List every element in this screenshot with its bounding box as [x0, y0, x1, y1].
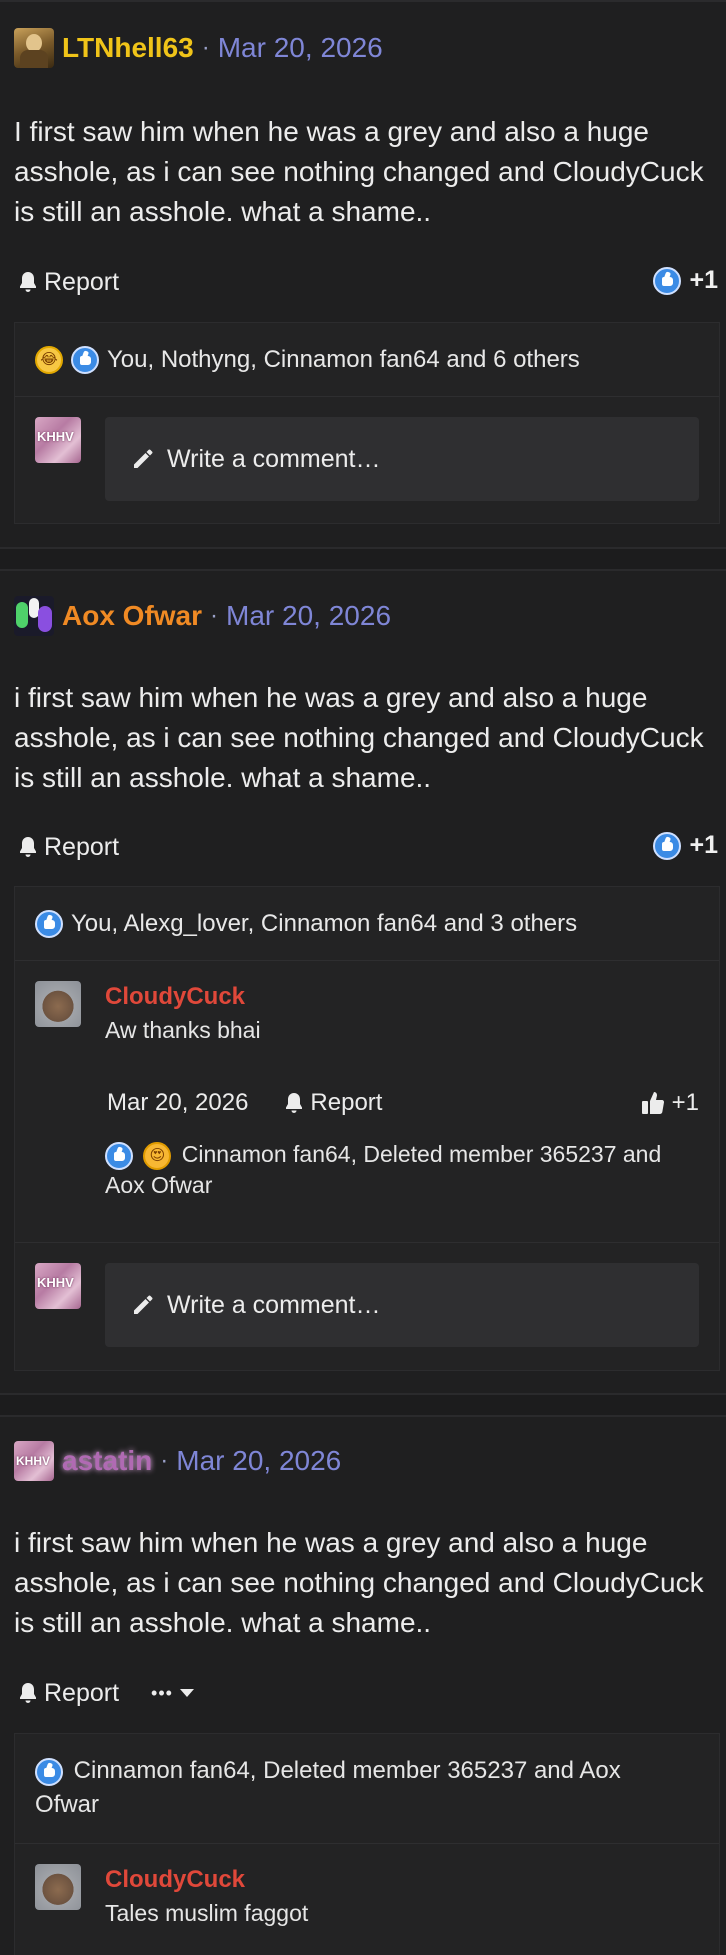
bell-icon	[20, 1683, 36, 1703]
comment-text: Aw thanks bhai	[105, 1017, 261, 1043]
thumbs-up-icon	[641, 1092, 664, 1114]
comments-box: You, Alexg_lover, Cinnamon fan64 and 3 o…	[14, 886, 720, 1371]
report-label: Report	[44, 267, 120, 296]
reactions-bar[interactable]: 😂 You, Nothyng, Cinnamon fan64 and 6 oth…	[15, 323, 719, 397]
like-summary[interactable]: +1	[653, 266, 718, 295]
post-date[interactable]: Mar 20, 2026	[226, 600, 391, 632]
comment-like-count: +1	[671, 1089, 699, 1116]
comment-like-button[interactable]: +1	[640, 1089, 699, 1117]
bell-icon	[20, 837, 36, 857]
write-comment-placeholder: Write a comment…	[167, 1290, 381, 1319]
write-comment-input[interactable]: Write a comment…	[105, 1263, 699, 1347]
separator-dot: ·	[160, 1447, 169, 1474]
username[interactable]: astatin	[62, 1445, 152, 1477]
commenter-avatar[interactable]	[35, 981, 81, 1027]
post-actions: Report +1	[18, 262, 718, 302]
post-divider	[0, 1393, 726, 1417]
comment-author[interactable]: CloudyCuck	[105, 1866, 245, 1894]
pencil-icon	[134, 449, 153, 468]
heart-eyes-reaction-icon: 😍	[143, 1141, 172, 1170]
reactions-bar[interactable]: You, Alexg_lover, Cinnamon fan64 and 3 o…	[15, 887, 719, 961]
post-divider	[0, 547, 726, 571]
commenter-avatar[interactable]	[35, 1864, 81, 1910]
current-user-avatar: KHHV	[35, 1263, 81, 1309]
comment-author[interactable]: CloudyCuck	[105, 983, 245, 1011]
laugh-reaction-icon: 😂	[35, 345, 63, 374]
separator-dot: ·	[210, 602, 219, 629]
comment-meta: Mar 20, 2026 Report +1	[107, 1083, 699, 1123]
username[interactable]: LTNhell63	[62, 32, 194, 64]
reactions-summary: Cinnamon fan64, Deleted member 365237 an…	[35, 1757, 621, 1818]
like-count: +1	[689, 831, 718, 859]
comment-report-button[interactable]: Report	[284, 1089, 382, 1117]
report-label: Report	[44, 832, 120, 861]
current-user-avatar: KHHV	[35, 417, 81, 463]
like-reaction-icon	[71, 345, 99, 374]
write-comment-placeholder: Write a comment…	[167, 444, 381, 473]
username[interactable]: Aox Ofwar	[62, 600, 202, 632]
post-date[interactable]: Mar 20, 2026	[176, 1445, 341, 1477]
like-summary[interactable]: +1	[653, 831, 718, 860]
reactions-bar[interactable]: Cinnamon fan64, Deleted member 365237 an…	[15, 1734, 719, 1844]
post-header: KHHV astatin · Mar 20, 2026	[14, 1439, 341, 1483]
report-button[interactable]: Report	[18, 268, 119, 297]
comment: CloudyCuck Aw thanks bhai Mar 20, 2026 R…	[15, 961, 719, 1243]
report-label: Report	[44, 1678, 120, 1707]
post-date[interactable]: Mar 20, 2026	[218, 32, 383, 64]
comment-reactions-text: Cinnamon fan64, Deleted member 365237 an…	[105, 1141, 662, 1198]
post-ltnhell63: LTNhell63 · Mar 20, 2026 I first saw him…	[0, 0, 726, 560]
write-comment-input[interactable]: Write a comment…	[105, 417, 699, 501]
bell-icon	[286, 1093, 303, 1113]
pencil-icon	[134, 1295, 153, 1314]
separator-dot: ·	[201, 34, 210, 61]
write-comment-row: KHHV Write a comment…	[15, 397, 719, 525]
comments-box: Cinnamon fan64, Deleted member 365237 an…	[14, 1733, 720, 1955]
comment-date[interactable]: Mar 20, 2026	[107, 1089, 248, 1117]
reactions-summary: You, Nothyng, Cinnamon fan64 and 6 other…	[107, 345, 580, 373]
post-actions: Report +1	[18, 827, 718, 867]
report-button[interactable]: Report	[18, 833, 119, 862]
comment-reactions[interactable]: 😍 Cinnamon fan64, Deleted member 365237 …	[105, 1139, 685, 1201]
avatar[interactable]: KHHV	[14, 1441, 54, 1481]
post-actions: Report •••	[18, 1673, 718, 1713]
comment: CloudyCuck Tales muslim faggot	[15, 1844, 719, 1955]
post-body: i first saw him when he was a grey and a…	[14, 1527, 704, 1638]
bell-icon	[20, 272, 36, 292]
like-reaction-icon	[105, 1141, 133, 1170]
comments-box: 😂 You, Nothyng, Cinnamon fan64 and 6 oth…	[14, 322, 720, 524]
report-label: Report	[310, 1089, 383, 1116]
like-reaction-icon	[653, 831, 682, 860]
write-comment-row: KHHV Write a comment…	[15, 1243, 719, 1371]
post-header: LTNhell63 · Mar 20, 2026	[14, 26, 383, 70]
comment-text: Tales muslim faggot	[105, 1900, 309, 1926]
avatar[interactable]	[14, 28, 54, 68]
like-reaction-icon	[35, 1757, 63, 1786]
post-astatin: KHHV astatin · Mar 20, 2026 i first saw …	[0, 1417, 726, 1955]
avatar-text: KHHV	[37, 1275, 74, 1290]
post-aox-ofwar: Aox Ofwar · Mar 20, 2026 i first saw him…	[0, 571, 726, 1411]
reactions-summary-block: Cinnamon fan64, Deleted member 365237 an…	[35, 1754, 675, 1822]
chevron-down-icon	[179, 1689, 194, 1697]
post-header: Aox Ofwar · Mar 20, 2026	[14, 594, 391, 638]
like-count: +1	[689, 266, 718, 294]
like-reaction-icon	[35, 909, 63, 938]
avatar-text: KHHV	[37, 429, 74, 444]
post-body: i first saw him when he was a grey and a…	[14, 682, 704, 793]
more-dots: •••	[151, 1682, 173, 1703]
reactions-summary: You, Alexg_lover, Cinnamon fan64 and 3 o…	[71, 909, 578, 937]
avatar-text: KHHV	[16, 1454, 51, 1468]
report-button[interactable]: Report	[18, 1679, 119, 1708]
post-body: I first saw him when he was a grey and a…	[14, 116, 704, 227]
more-options-button[interactable]: •••	[151, 1683, 195, 1704]
like-reaction-icon	[653, 266, 682, 295]
avatar[interactable]	[14, 596, 54, 636]
